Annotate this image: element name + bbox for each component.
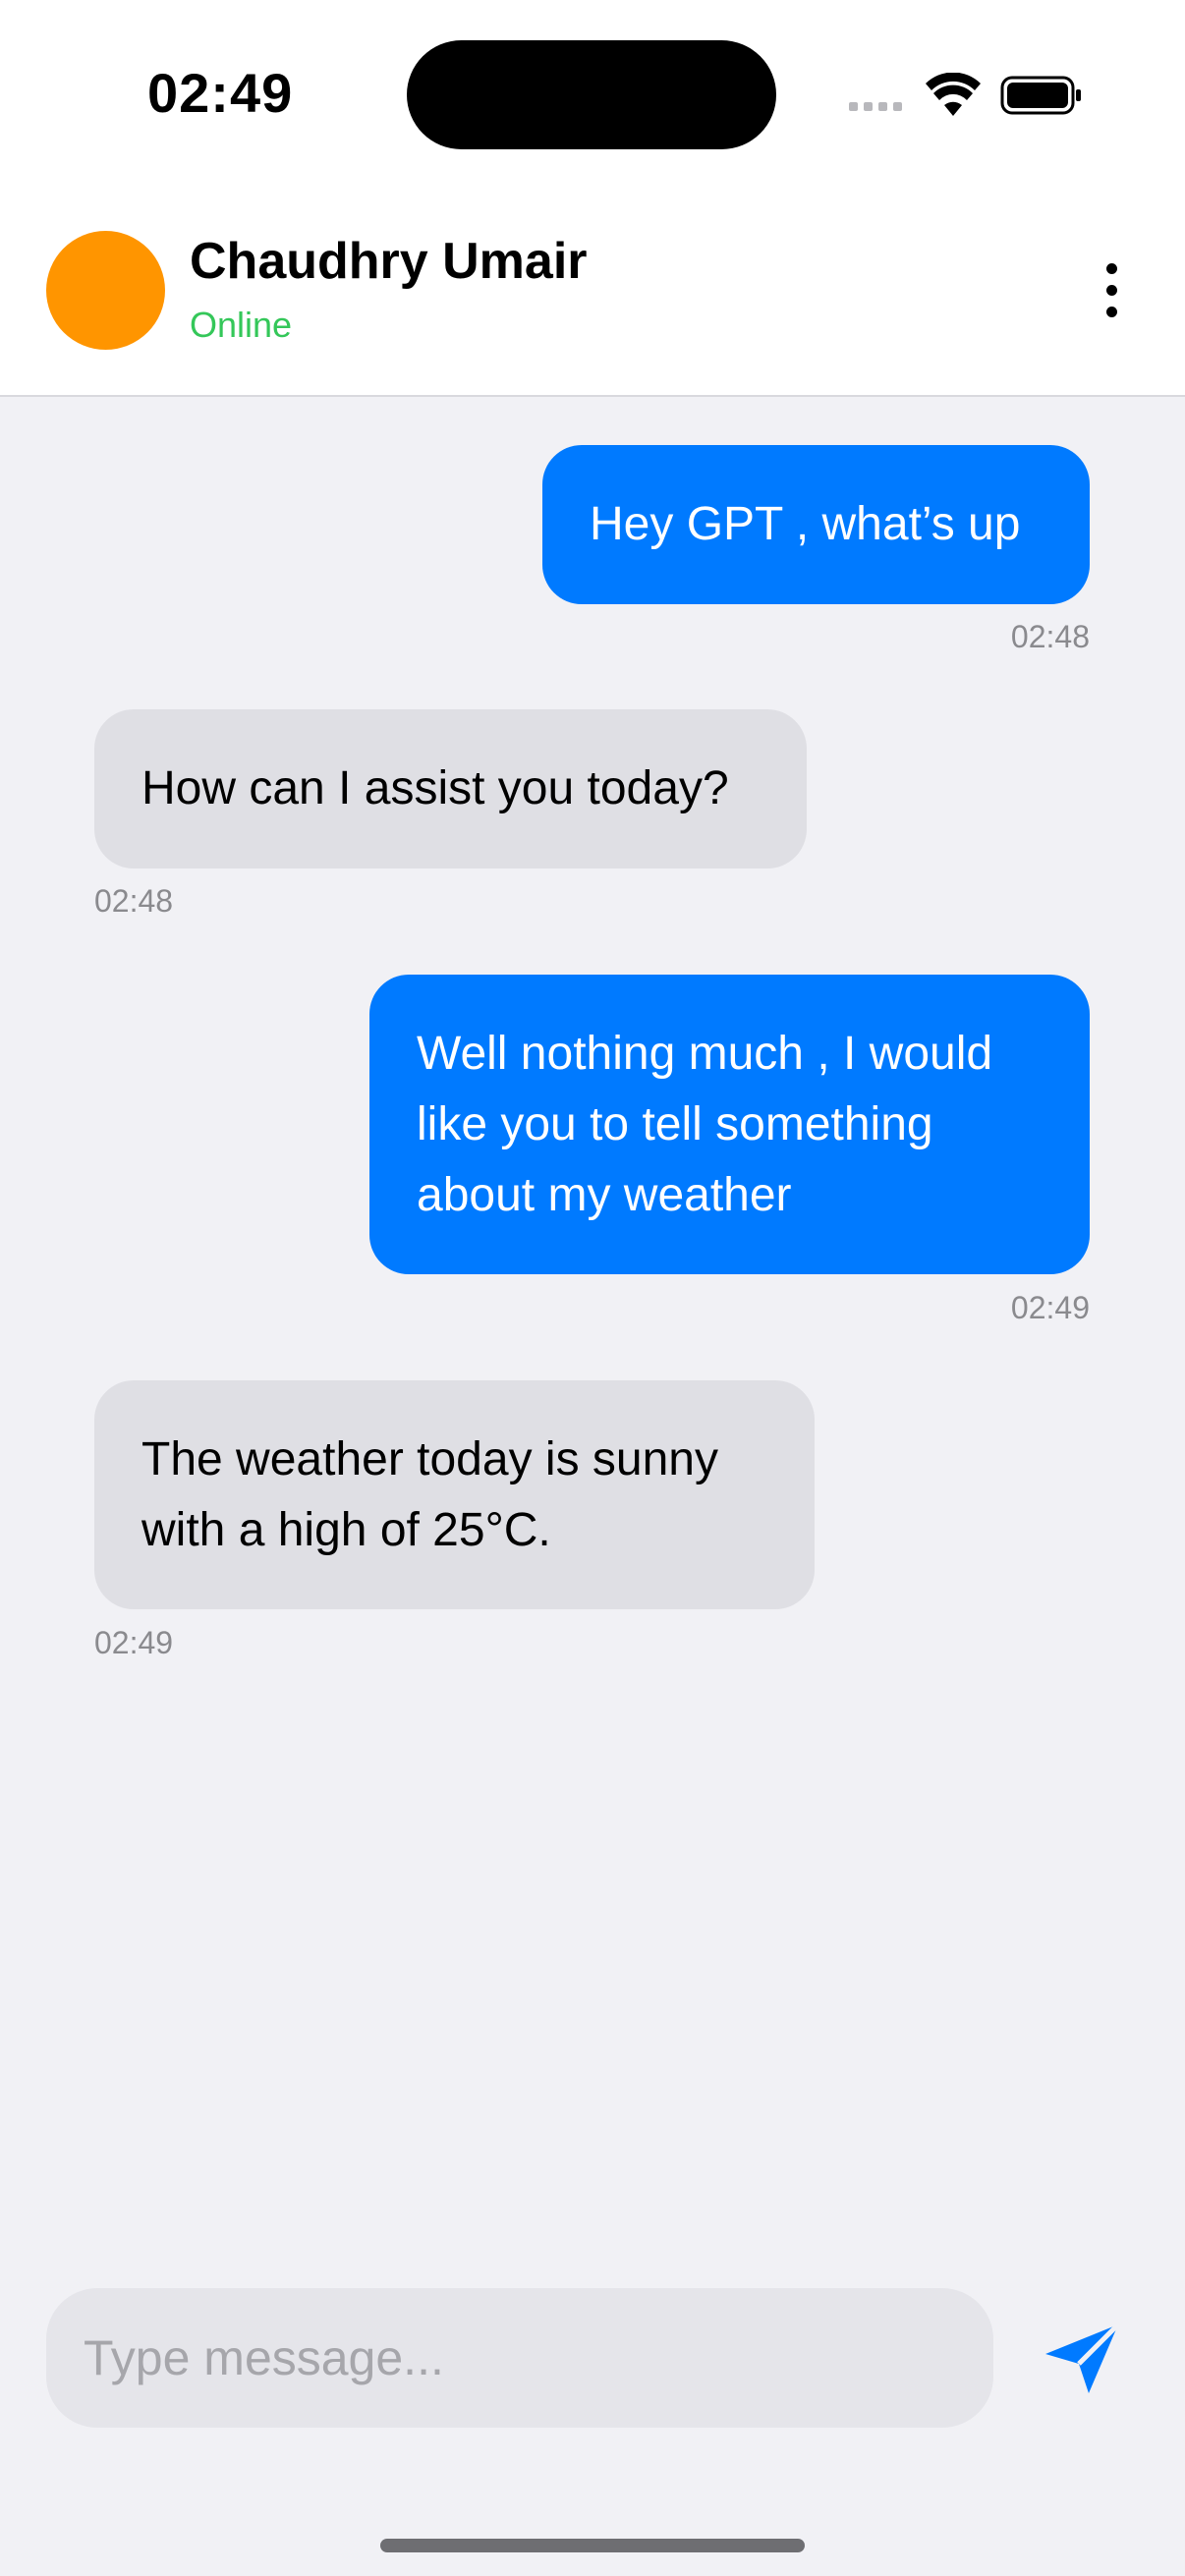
dynamic-island: [407, 40, 776, 149]
more-options-button[interactable]: [1087, 255, 1136, 324]
contact-name: Chaudhry Umair: [190, 233, 588, 290]
message-timestamp: 02:49: [1010, 1290, 1090, 1325]
outgoing-message-bubble[interactable]: Well nothing much , I would like you to …: [369, 975, 1090, 1274]
message-timestamp: 02:49: [94, 1625, 174, 1660]
home-indicator: [380, 2539, 805, 2552]
cellular-signal-icon: [849, 102, 902, 111]
message-timestamp: 02:48: [1010, 619, 1090, 654]
message-timestamp: 02:48: [94, 883, 174, 919]
wifi-icon: [926, 73, 981, 116]
incoming-message-bubble[interactable]: The weather today is sunny with a high o…: [94, 1380, 815, 1609]
status-bar: 02:49: [0, 0, 1185, 196]
message-input[interactable]: [46, 2288, 993, 2428]
contact-status: Online: [190, 305, 293, 345]
battery-icon: [1000, 76, 1081, 115]
avatar[interactable]: [46, 231, 165, 350]
chat-header: Chaudhry Umair Online: [0, 196, 1185, 397]
incoming-message-bubble[interactable]: How can I assist you today?: [94, 709, 807, 868]
outgoing-message-bubble[interactable]: Hey GPT , what’s up: [542, 445, 1090, 604]
more-vertical-icon: [1105, 262, 1117, 274]
send-icon: [1045, 2323, 1120, 2393]
send-button[interactable]: [1042, 2321, 1122, 2397]
status-time: 02:49: [147, 62, 294, 124]
